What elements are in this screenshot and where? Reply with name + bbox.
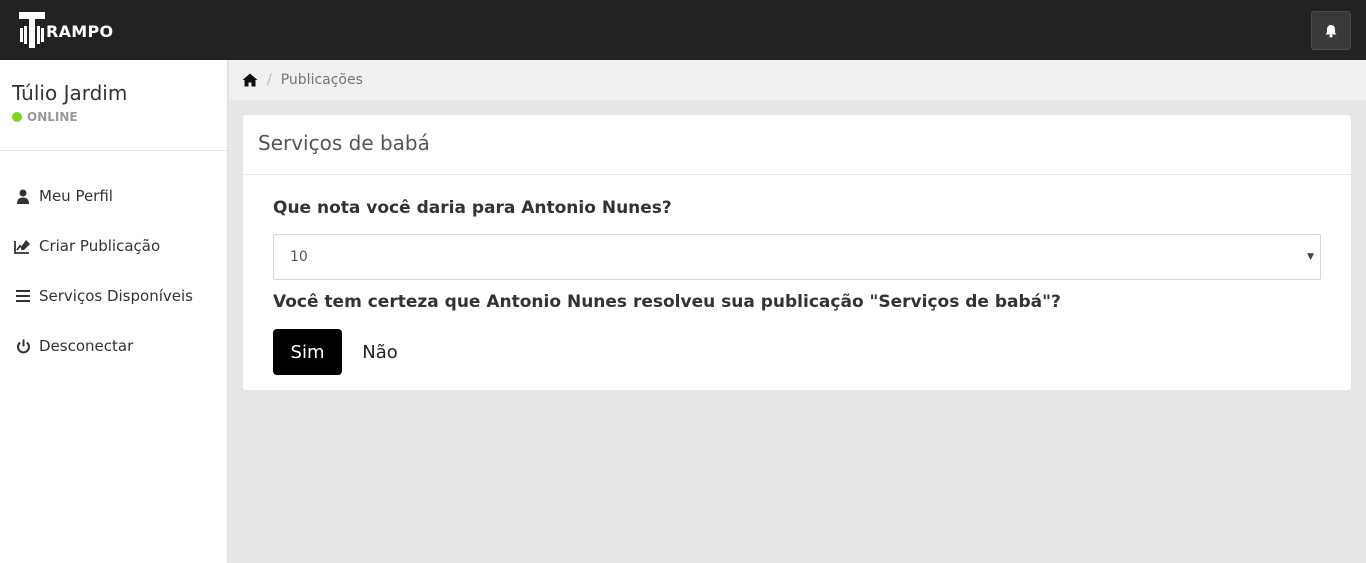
app-logo[interactable]: RAMPO [19,10,113,50]
yes-button[interactable]: Sim [273,329,342,375]
rating-select[interactable]: 10 ▼ [273,234,1321,280]
user-name: Túlio Jardim [12,81,128,105]
panel-heading: Serviços de babá [243,115,1351,175]
top-navbar: RAMPO [0,0,1366,60]
power-icon [14,337,32,355]
sidebar-item-meu-perfil[interactable]: Meu Perfil [14,184,113,208]
sidebar-item-desconectar[interactable]: Desconectar [14,334,133,358]
sidebar-item-servicos-disponiveis[interactable]: Serviços Disponíveis [14,284,193,308]
status-label: ONLINE [27,110,78,124]
home-icon[interactable] [242,73,258,87]
sidebar: Túlio Jardim ONLINE Meu Perfil Criar Pub… [0,60,228,563]
rating-question: Que nota você daria para Antonio Nunes? [273,198,672,218]
panel-title: Serviços de babá [258,131,430,155]
caret-down-icon: ▼ [1307,252,1314,262]
confirm-question: Você tem certeza que Antonio Nunes resol… [273,292,1061,312]
sidebar-item-criar-publicacao[interactable]: Criar Publicação [14,234,160,258]
rating-panel: Serviços de babá Que nota você daria par… [243,115,1351,390]
status-dot-icon [12,112,22,122]
sidebar-item-label: Meu Perfil [39,187,113,205]
sidebar-item-label: Criar Publicação [39,237,161,255]
rating-select-value: 10 [290,249,308,265]
sidebar-item-label: Desconectar [39,337,134,355]
notifications-button[interactable] [1311,11,1351,50]
list-icon [14,287,32,305]
user-status: ONLINE [12,110,78,124]
breadcrumb: / Publicações [229,60,1366,100]
edit-chart-icon [14,237,32,255]
logo-text: RAMPO [46,22,114,41]
bell-icon [1325,24,1337,37]
sidebar-item-label: Serviços Disponíveis [39,287,193,305]
breadcrumb-separator: / [267,72,272,88]
no-button[interactable]: Não [350,329,410,375]
sidebar-divider [0,150,228,151]
breadcrumb-current: Publicações [280,72,363,88]
user-icon [14,187,32,205]
hammer-logo-icon [19,12,45,48]
